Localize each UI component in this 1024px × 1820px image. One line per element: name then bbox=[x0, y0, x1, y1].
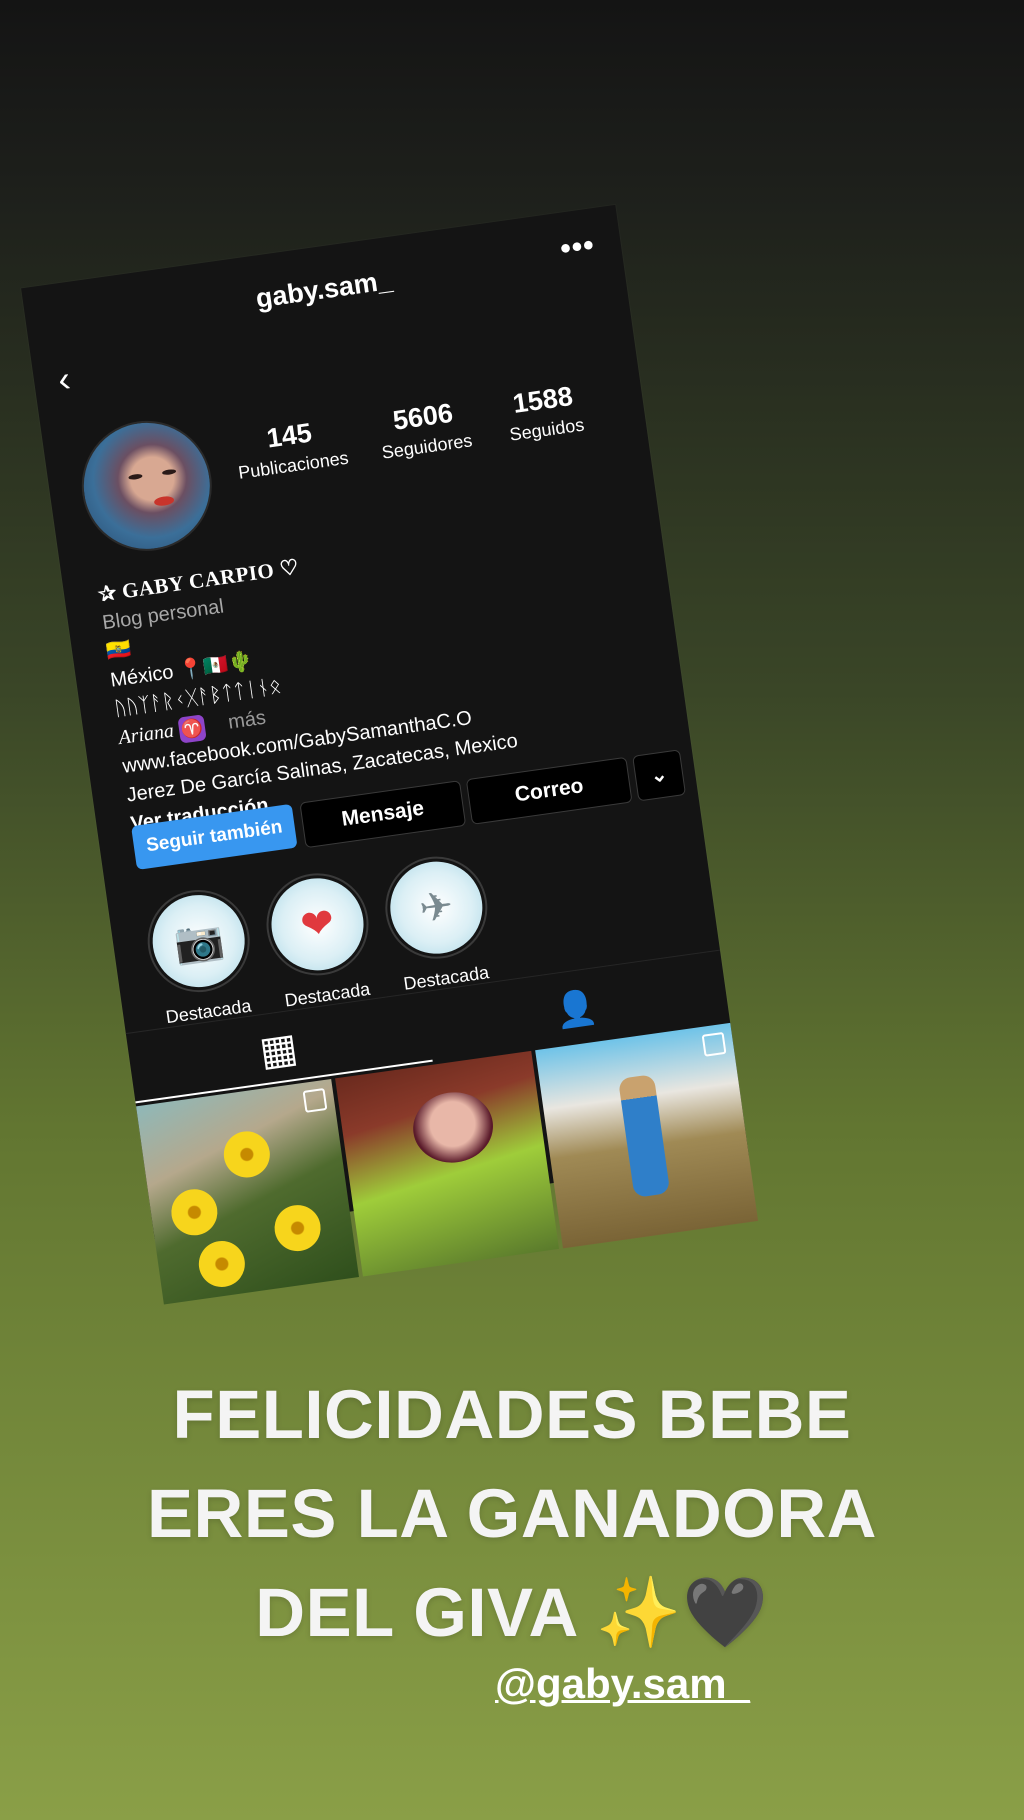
camera-icon: 📷 bbox=[146, 889, 251, 994]
more-options-icon[interactable]: ••• bbox=[558, 228, 597, 266]
multi-photo-icon bbox=[701, 1031, 727, 1057]
avatar-eye bbox=[128, 473, 143, 481]
flower bbox=[271, 1202, 324, 1255]
highlight-ring: 📷 bbox=[141, 883, 257, 999]
flower bbox=[195, 1238, 248, 1290]
highlight-3[interactable]: ✈ Destacada bbox=[375, 850, 502, 997]
grid-tab-icon[interactable]: ▦ bbox=[257, 1025, 301, 1076]
headline-line-2: ERES LA GANADORA bbox=[147, 1475, 877, 1552]
stat-posts[interactable]: 145 Publicaciones bbox=[223, 412, 360, 486]
instagram-profile-screenshot: gaby.sam_ ‹ ••• 145 Publicaciones 5606 S… bbox=[21, 204, 759, 1305]
tagged-tab-icon[interactable]: 👤 bbox=[552, 986, 599, 1032]
chevron-down-icon[interactable]: ⌄ bbox=[632, 749, 687, 802]
avatar[interactable] bbox=[73, 412, 221, 560]
highlight-ring: ✈ bbox=[378, 850, 494, 966]
flower bbox=[168, 1186, 221, 1239]
portrait bbox=[408, 1087, 498, 1168]
avatar-eye bbox=[161, 468, 177, 476]
hearts-icon: ❤ bbox=[265, 872, 370, 977]
flower bbox=[220, 1128, 273, 1181]
avatar-lips bbox=[153, 495, 175, 507]
headline-line-1: FELICIDADES BEBE bbox=[172, 1376, 852, 1453]
profile-username: gaby.sam_ bbox=[253, 264, 395, 314]
post-thumbnail[interactable] bbox=[335, 1050, 559, 1277]
aries-icon: ♈ bbox=[177, 713, 207, 744]
headline-line-3: DEL GIVA ✨🖤 bbox=[255, 1574, 769, 1651]
stat-followers[interactable]: 5606 Seguidores bbox=[361, 394, 488, 466]
story-headline: FELICIDADES BEBE ERES LA GANADORA DEL GI… bbox=[0, 1365, 1024, 1662]
bio-ariana: Ariana bbox=[117, 719, 176, 750]
post-thumbnail[interactable] bbox=[136, 1078, 360, 1305]
highlight-2[interactable]: ❤ Destacada bbox=[256, 866, 383, 1013]
stat-following[interactable]: 1588 Seguidos bbox=[486, 377, 603, 448]
post-thumbnail[interactable] bbox=[534, 1022, 759, 1249]
highlight-1[interactable]: 📷 Destacada bbox=[137, 883, 264, 1030]
bio-more-link[interactable]: más bbox=[227, 707, 267, 734]
multi-photo-icon bbox=[302, 1087, 328, 1113]
back-arrow-icon[interactable]: ‹ bbox=[55, 358, 73, 400]
mention-tag[interactable]: @gaby.sam_ bbox=[495, 1660, 750, 1708]
person-figure bbox=[617, 1074, 670, 1198]
airplane-icon: ✈ bbox=[384, 855, 489, 960]
highlight-ring: ❤ bbox=[259, 866, 376, 982]
